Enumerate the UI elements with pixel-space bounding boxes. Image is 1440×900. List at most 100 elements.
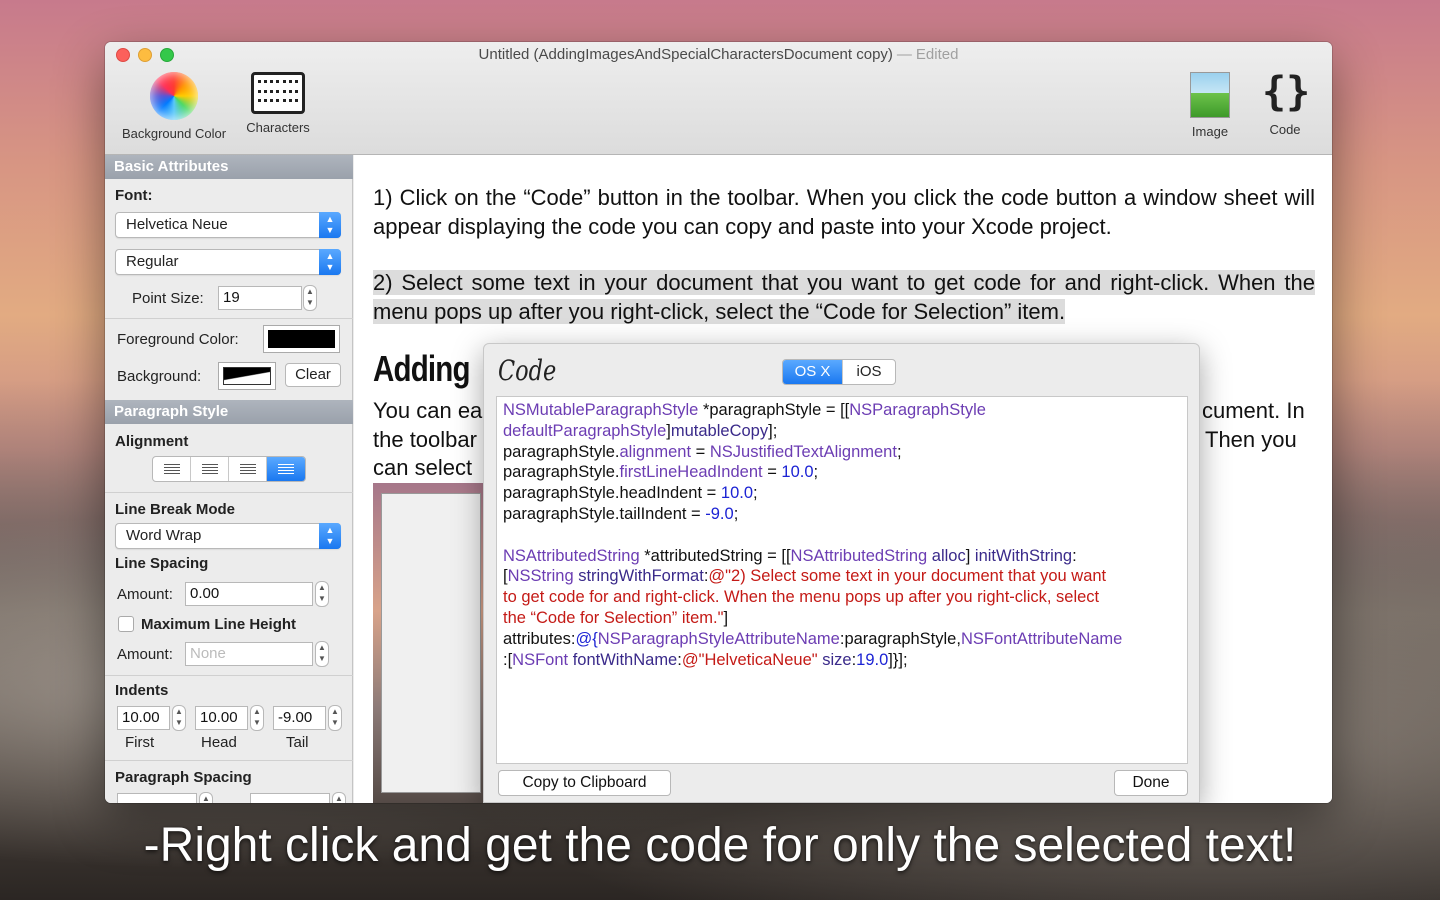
divider (105, 318, 353, 319)
selected-text: 2) Select some text in your document tha… (373, 270, 1315, 324)
align-left-icon (163, 463, 180, 475)
foreground-color-well[interactable] (263, 325, 340, 353)
align-center-button[interactable] (191, 457, 229, 481)
line-spacing-stepper[interactable]: ▲ ▼ (315, 581, 329, 607)
popup-arrows-icon: ▲ ▼ (319, 523, 341, 549)
code-token: ; (753, 484, 758, 503)
document-paragraph-2: 2) Select some text in your document tha… (373, 269, 1315, 326)
code-token: ] (723, 608, 729, 627)
clear-background-button[interactable]: Clear (285, 363, 341, 387)
toolbar-image-button[interactable]: Image (1185, 72, 1235, 139)
indents-label: Indents (115, 682, 169, 699)
code-token: NSMutableParagraphStyle (503, 401, 699, 419)
foreground-color-label: Foreground Color: (117, 331, 239, 348)
copy-to-clipboard-button[interactable]: Copy to Clipboard (498, 770, 671, 796)
code-token: paragraphStyle. (503, 442, 620, 461)
window-title: Untitled (AddingImagesAndSpecialCharacte… (478, 46, 893, 63)
code-token: alloc (931, 546, 966, 565)
document-paragraph-1: 1) Click on the “Code” button in the too… (373, 185, 1315, 239)
basic-attributes-header: Basic Attributes (105, 155, 353, 179)
line-spacing-amount-field[interactable]: 0.00 (185, 582, 313, 606)
doc-fragment-right-line1: cument. In (1202, 398, 1305, 423)
code-token: @{ (575, 629, 598, 648)
background-label: Background: (117, 368, 202, 385)
code-token: paragraphStyle. (503, 463, 620, 482)
font-family-popup[interactable]: Helvetica Neue ▲ ▼ (115, 212, 341, 238)
code-token: paragraphStyle.headIndent = (503, 484, 721, 503)
toolbar-code-button[interactable]: {} Code (1262, 68, 1310, 137)
code-token: fontWithName (572, 650, 678, 669)
max-line-height-amount-field[interactable]: None (185, 642, 313, 666)
divider (105, 492, 353, 493)
toolbar-code-label: Code (1269, 122, 1301, 137)
done-button[interactable]: Done (1114, 770, 1188, 796)
code-token: ; (896, 442, 902, 461)
code-line: paragraphStyle.headIndent = 10.0; (503, 483, 1181, 504)
paragraph-spacing-before-field[interactable] (117, 793, 197, 803)
toolbar-characters-label: Characters (246, 120, 310, 135)
code-token: = (691, 442, 710, 461)
paragraph-spacing-after-field[interactable] (250, 793, 330, 803)
align-justify-button[interactable] (267, 457, 305, 481)
code-token: @"2) Select some text in your document t… (708, 567, 1107, 586)
background-color-well[interactable] (218, 362, 276, 390)
code-token: NSAttributedString (790, 546, 928, 565)
window-title-bar: Untitled (AddingImagesAndSpecialCharacte… (105, 46, 1332, 63)
code-token: ] (965, 546, 975, 565)
paragraph-spacing-after-stepper[interactable]: ▲▼ (332, 792, 346, 803)
toolbar-background-color-button[interactable]: Background Color (114, 72, 234, 141)
max-line-height-label: Maximum Line Height (141, 616, 297, 633)
code-token: NSAttributedString (503, 546, 640, 565)
max-line-height-stepper[interactable]: ▲ ▼ (315, 641, 329, 667)
document-heading: Adding (373, 348, 471, 389)
code-token: = (762, 463, 782, 482)
code-line: to get code for and right-click. When th… (503, 587, 1181, 608)
mini-app-screenshot (381, 493, 481, 793)
paragraph-spacing-before-stepper[interactable]: ▲▼ (199, 792, 213, 803)
code-token: :paragraphStyle, (839, 629, 961, 648)
color-wheel-icon (150, 72, 198, 120)
code-token: defaultParagraphStyle (503, 421, 667, 440)
background-color-swatch (223, 367, 271, 385)
code-token: ]; (768, 421, 778, 440)
doc-fragment-right-line2: Then you (1205, 427, 1297, 452)
code-text-view[interactable]: NSMutableParagraphStyle *paragraphStyle … (496, 396, 1188, 764)
line-break-mode-value: Word Wrap (126, 527, 202, 544)
indent-first-label: First (125, 734, 155, 751)
indent-first-stepper[interactable]: ▲ ▼ (172, 705, 186, 731)
font-style-value: Regular (126, 253, 179, 270)
font-style-popup[interactable]: Regular ▲ ▼ (115, 249, 341, 275)
point-size-field[interactable]: 19 (218, 286, 302, 310)
code-line: :[NSFont fontWithName:@"HelveticaNeue" s… (503, 650, 1181, 671)
image-icon (1190, 72, 1230, 118)
code-token: NSParagraphStyleAttributeName (597, 629, 840, 648)
align-left-button[interactable] (153, 457, 191, 481)
promo-caption: -Right click and get the code for only t… (143, 819, 1297, 872)
point-size-stepper[interactable]: ▲ ▼ (303, 285, 317, 311)
indent-head-field[interactable]: 10.00 (195, 706, 248, 730)
platform-segmented-control: OS X iOS (782, 359, 896, 385)
toolbar-characters-button[interactable]: Characters (239, 72, 317, 135)
max-line-height-checkbox[interactable] (118, 616, 134, 632)
indent-tail-stepper[interactable]: ▲ ▼ (328, 705, 342, 731)
toolbar-background-color-label: Background Color (121, 126, 227, 141)
code-line: paragraphStyle.firstLineHeadIndent = 10.… (503, 462, 1181, 483)
doc-fragment-line2: the toolbar (373, 427, 477, 452)
line-break-mode-label: Line Break Mode (115, 501, 236, 518)
indent-head-label: Head (201, 734, 237, 751)
font-family-value: Helvetica Neue (126, 216, 228, 233)
code-token: ]}]; (888, 650, 908, 669)
code-line: attributes:@{NSParagraphStyleAttributeNa… (503, 629, 1181, 650)
align-right-button[interactable] (229, 457, 267, 481)
indent-head-stepper[interactable]: ▲ ▼ (250, 705, 264, 731)
edited-indicator: Edited (915, 46, 959, 63)
code-token: attributes: (503, 629, 576, 648)
platform-ios-tab[interactable]: iOS (843, 360, 895, 384)
indent-first-field[interactable]: 10.00 (117, 706, 170, 730)
indent-tail-field[interactable]: -9.00 (273, 706, 326, 730)
line-break-mode-popup[interactable]: Word Wrap ▲ ▼ (115, 523, 341, 549)
code-line: paragraphStyle.alignment = NSJustifiedTe… (503, 442, 1181, 463)
line-spacing-label: Line Spacing (115, 555, 209, 572)
platform-osx-tab[interactable]: OS X (783, 360, 843, 384)
